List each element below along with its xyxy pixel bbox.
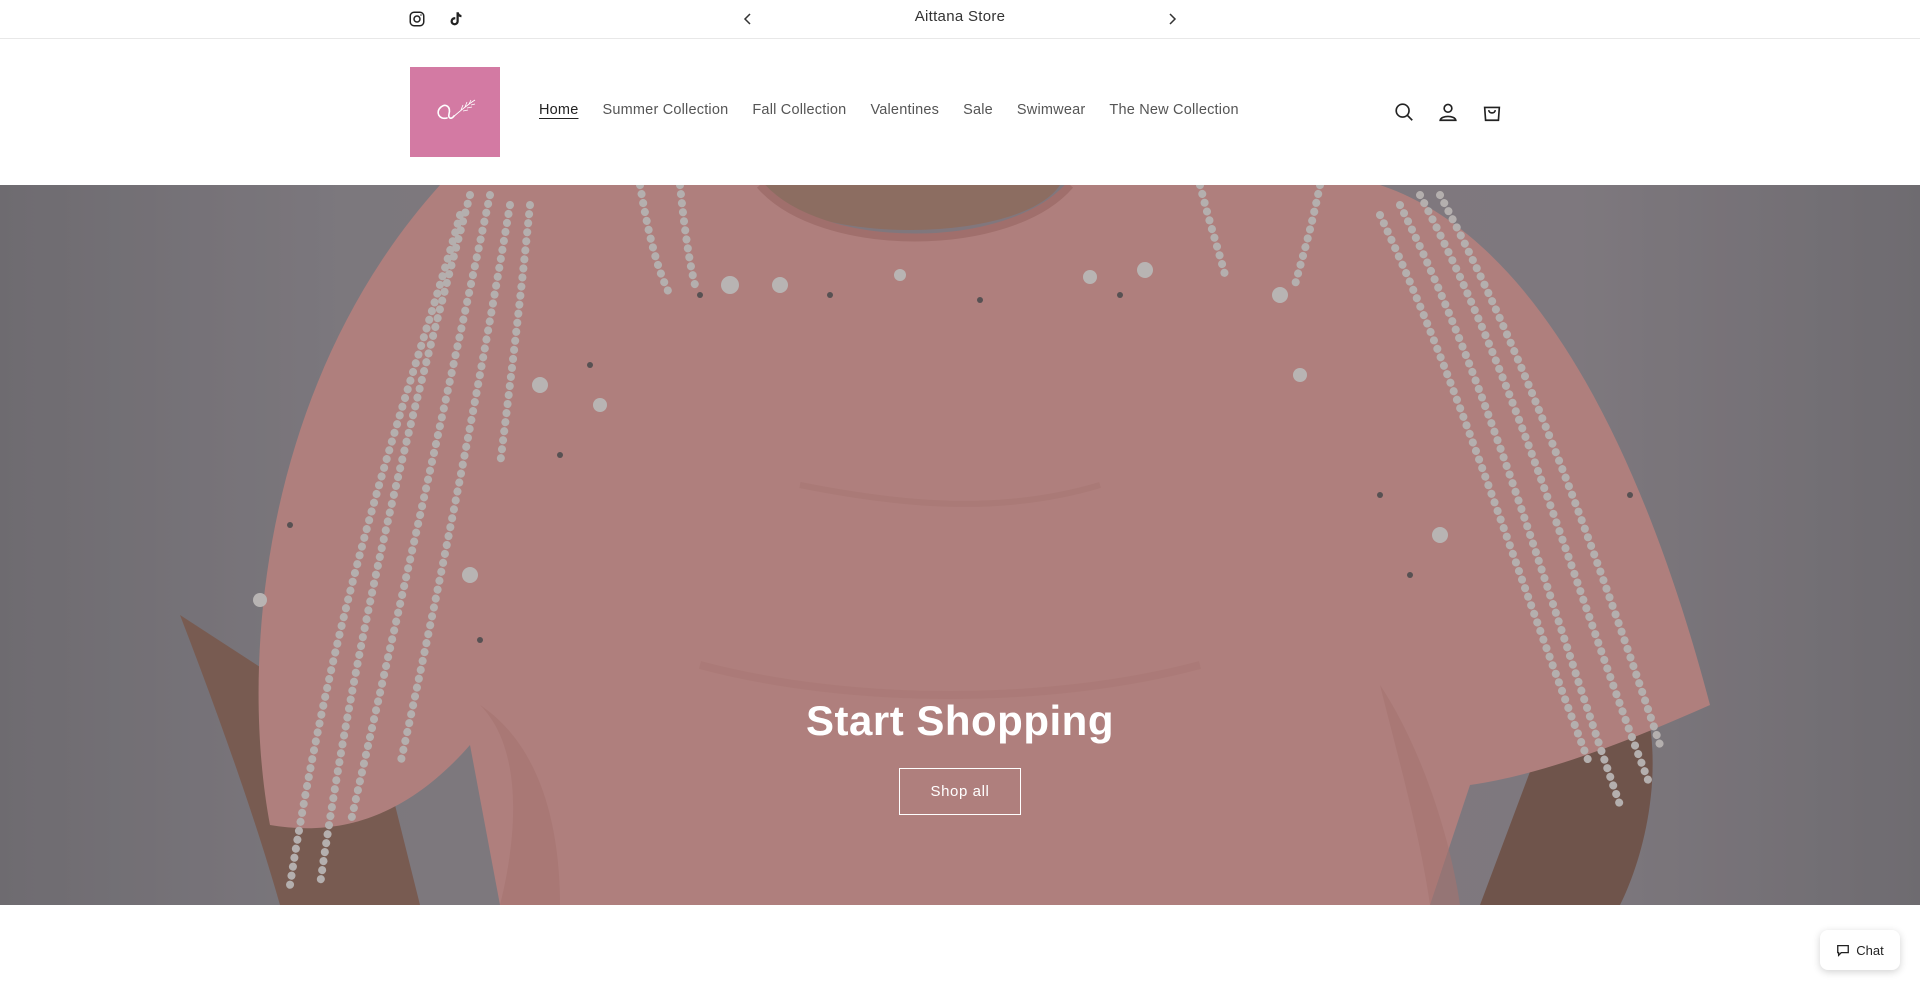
search-button[interactable]: [1391, 99, 1417, 125]
chat-bubble-icon: [1837, 944, 1850, 957]
chevron-right-icon: [1169, 13, 1177, 25]
hero-banner: Start Shopping Shop all: [0, 185, 1920, 905]
main-nav: Home Summer Collection Fall Collection V…: [539, 102, 1263, 118]
announcement-bar: Aittana Store: [0, 0, 1920, 39]
site-header: Home Summer Collection Fall Collection V…: [0, 39, 1920, 185]
announcement-text: Aittana Store: [914, 8, 1006, 25]
chevron-left-icon: [743, 13, 751, 25]
nav-item-swimwear[interactable]: Swimwear: [1017, 102, 1085, 118]
announcement-next-button[interactable]: [1162, 9, 1182, 29]
instagram-icon[interactable]: [406, 8, 428, 30]
store-logo[interactable]: [410, 67, 500, 157]
cart-button[interactable]: [1479, 99, 1505, 125]
nav-item-the-new-collection[interactable]: The New Collection: [1109, 102, 1238, 118]
chat-button[interactable]: Chat: [1820, 930, 1900, 970]
search-icon: [1395, 103, 1413, 121]
nav-item-sale[interactable]: Sale: [963, 102, 993, 118]
shop-all-button[interactable]: Shop all: [899, 768, 1021, 815]
announcement-prev-button[interactable]: [738, 9, 758, 29]
account-icon: [1439, 103, 1457, 122]
nav-item-summer-collection[interactable]: Summer Collection: [602, 102, 728, 118]
tiktok-icon[interactable]: [444, 8, 466, 30]
hero-title: Start Shopping: [806, 697, 1114, 744]
aittana-logo: [437, 99, 476, 120]
chat-label: Chat: [1856, 942, 1884, 958]
cart-icon: [1483, 106, 1501, 122]
nav-item-fall-collection[interactable]: Fall Collection: [752, 102, 846, 118]
nav-item-valentines[interactable]: Valentines: [870, 102, 939, 118]
nav-item-home[interactable]: Home: [539, 102, 578, 118]
account-button[interactable]: [1435, 99, 1461, 125]
